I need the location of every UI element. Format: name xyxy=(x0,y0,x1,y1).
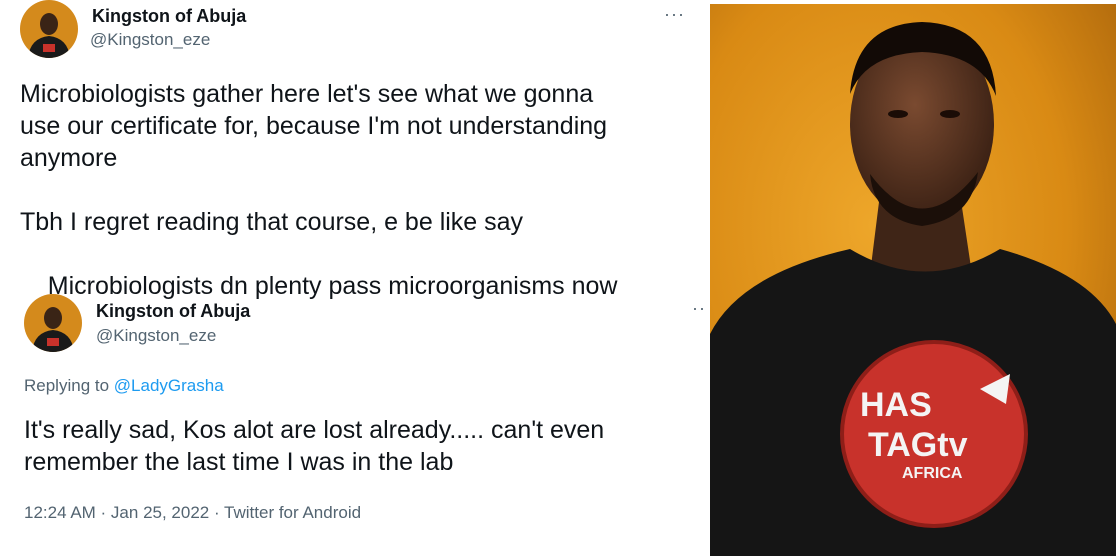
tweet-text-line: It's really sad, Kos alot are lost alrea… xyxy=(24,416,605,444)
shirt-logo-text: AFRICA xyxy=(902,465,963,482)
tweet-text-span: Microbiologists dn plenty pass microorga… xyxy=(47,272,618,300)
display-name[interactable]: Kingston of Abuja xyxy=(92,6,246,27)
more-options-icon[interactable]: ·· xyxy=(692,298,706,319)
avatar[interactable] xyxy=(20,0,78,58)
replying-to-label: Replying to xyxy=(24,376,114,395)
avatar-image xyxy=(20,0,78,58)
tweet-text-line: use our certificate for, because I'm not… xyxy=(20,112,608,140)
user-handle[interactable]: @Kingston_eze xyxy=(96,326,216,346)
more-options-icon[interactable]: ··· xyxy=(664,4,685,25)
tweet-text-line: Microbiologists gather here let's see wh… xyxy=(20,80,594,108)
avatar-image xyxy=(24,294,82,352)
mention-link[interactable]: @LadyGrasha xyxy=(114,376,224,395)
shirt-logo-text: HAS xyxy=(860,386,932,424)
portrait-illustration: HAS TAGtv AFRICA xyxy=(710,4,1116,556)
display-name[interactable]: Kingston of Abuja xyxy=(96,301,250,322)
tweet-panel: Kingston of Abuja @Kingston_eze ··· Micr… xyxy=(0,0,708,560)
avatar[interactable] xyxy=(24,294,82,352)
profile-photo: HAS TAGtv AFRICA xyxy=(710,4,1116,556)
tweet-text-line: Tbh I regret reading that course, e be l… xyxy=(20,208,524,236)
tweet-text-line: remember the last time I was in the lab xyxy=(24,448,454,476)
tweet-timestamp[interactable]: 12:24 AM · Jan 25, 2022 · Twitter for An… xyxy=(24,503,361,523)
tweet-text-line: anymore xyxy=(20,144,118,172)
user-handle[interactable]: @Kingston_eze xyxy=(90,30,210,50)
shirt-logo-text: TAGtv xyxy=(868,426,968,464)
replying-to-line: Replying to @LadyGrasha xyxy=(24,376,224,396)
